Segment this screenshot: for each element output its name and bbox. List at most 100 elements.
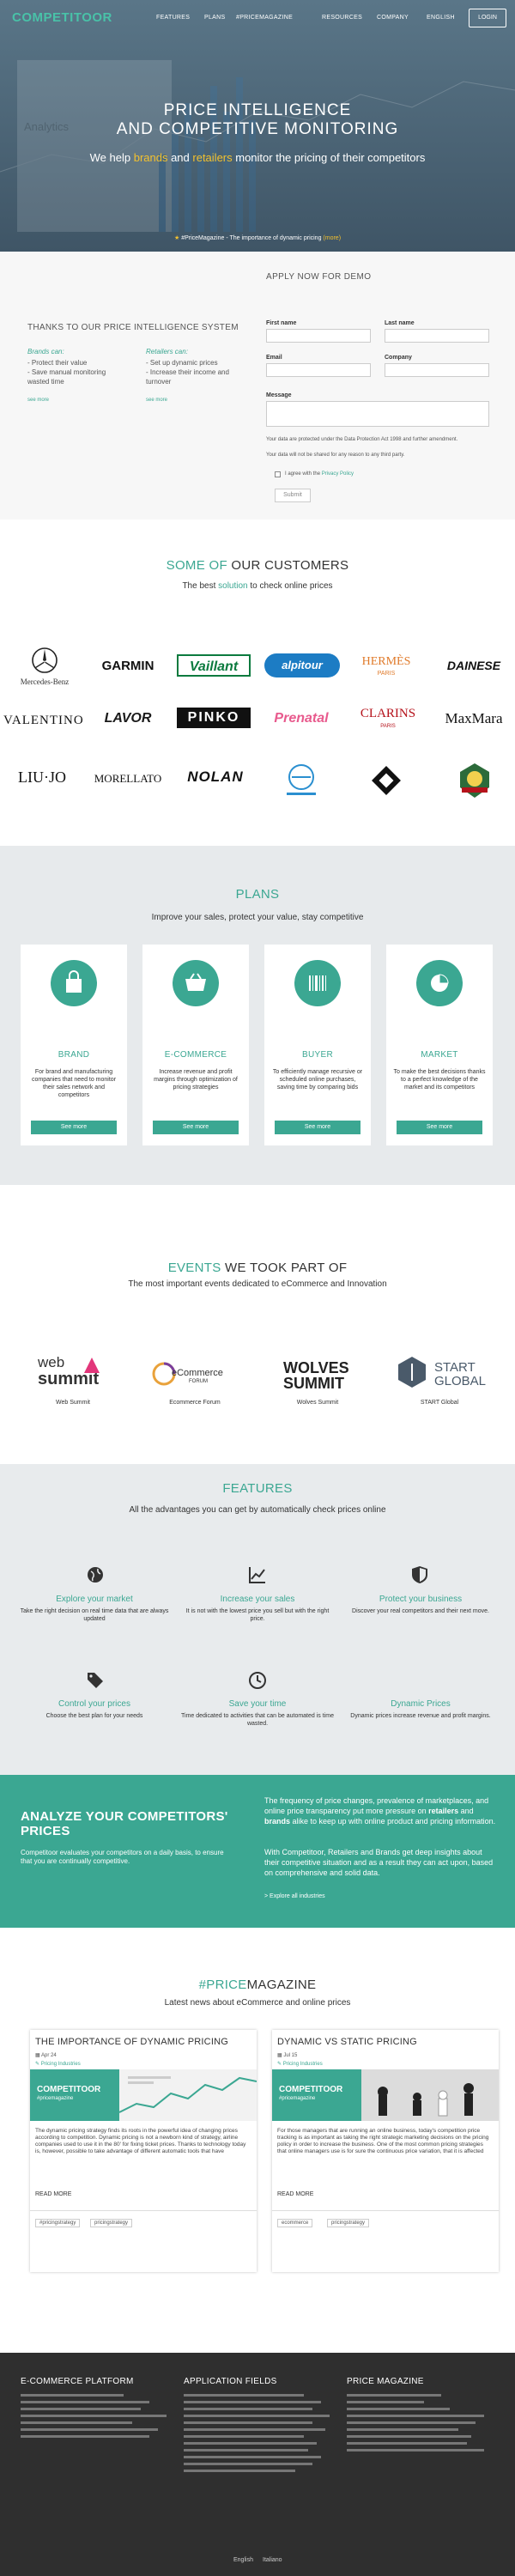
data-sharing-note: Your data will not be shared for any rea… (266, 453, 405, 458)
maxmara-logo: MaxMara (445, 710, 503, 726)
wolves-summit-logo: WOLVES SUMMIT (283, 1359, 349, 1392)
basket-icon (185, 973, 206, 991)
nav-language[interactable]: ENGLISH (427, 15, 455, 21)
hero-retailers-word: retailers (192, 151, 233, 164)
garmin-logo: GARMIN (101, 659, 154, 673)
article-excerpt: For those managers that are running an o… (277, 2128, 489, 2154)
article-title[interactable]: THE IMPORTANCE OF DYNAMIC PRICING (35, 2037, 228, 2047)
event-label-websummit: Web Summit (56, 1400, 90, 1406)
company-label: Company (385, 355, 412, 361)
first-name-field[interactable] (266, 329, 371, 343)
plan-see-more-button[interactable]: See more (275, 1121, 360, 1134)
footer: E-COMMERCE PLATFORM APPLICATION FIELDS P… (0, 2353, 515, 2576)
article-excerpt: The dynamic pricing strategy finds its r… (35, 2128, 246, 2154)
article-category[interactable]: ✎ Pricing Industries (277, 2061, 323, 2067)
feature-description: Dynamic prices increase revenue and prof… (350, 1713, 491, 1719)
plans-title: PLANS (235, 887, 280, 902)
plan-see-more-button[interactable]: See more (31, 1121, 117, 1134)
company-field[interactable] (385, 363, 489, 377)
article-title[interactable]: DYNAMIC VS STATIC PRICING (277, 2037, 417, 2047)
nav-pricemagazine[interactable]: #PRICEMAGAZINE (236, 15, 293, 21)
nav-company[interactable]: COMPANY (377, 15, 409, 21)
footer-language-italian[interactable]: Italiano (263, 2557, 282, 2563)
features-subtitle: All the advantages you can get by automa… (129, 1505, 386, 1515)
footer-heading-ecommerce: E-COMMERCE PLATFORM (21, 2377, 134, 2386)
pencil-icon: ✎ (35, 2062, 41, 2067)
article-category[interactable]: ✎ Pricing Industries (35, 2061, 81, 2067)
alpitour-logo: alpitour (264, 653, 340, 677)
article-tag[interactable]: #pricingstrategy (35, 2219, 81, 2227)
first-name-label: First name (266, 320, 297, 326)
shield-icon (412, 1566, 427, 1583)
features-section: FEATURES All the advantages you can get … (0, 1464, 515, 1775)
analyze-title: ANALYZE YOUR COMPETITORS' PRICES (21, 1809, 228, 1838)
footer-links-column-3[interactable] (347, 2392, 501, 2461)
privacy-checkbox[interactable] (275, 471, 281, 477)
read-more-button[interactable]: READ MORE (277, 2191, 313, 2197)
plan-card-buyer: BUYER To efficiently manage recursive or… (264, 945, 371, 1145)
pricemagazine-banner[interactable]: ★ #PriceMagazine - The importance of dyn… (0, 234, 515, 241)
logo[interactable]: COMPETITOOR (12, 10, 112, 25)
article-tag[interactable]: ecommerce (277, 2219, 313, 2227)
submit-button[interactable]: Submit (275, 489, 311, 502)
start-global-logo: START GLOBAL (397, 1355, 491, 1393)
nav-features[interactable]: FEATURES (156, 15, 190, 21)
feature-description: Take the right decision on real time dat… (20, 1608, 169, 1622)
login-button[interactable]: LOGIN (469, 9, 506, 27)
plan-description: Increase revenue and profit margins thro… (154, 1069, 238, 1091)
thanks-heading: THANKS TO OUR PRICE INTELLIGENCE SYSTEM (27, 323, 239, 332)
customers-title: SOME OF OUR CUSTOMERS (166, 558, 349, 573)
feature-title: Increase your sales (220, 1595, 295, 1604)
feature-title: Control your prices (58, 1699, 130, 1709)
privacy-policy-link[interactable]: Privacy Policy (322, 471, 354, 477)
privacy-label: I agree with the Privacy Policy (285, 471, 354, 477)
retailers-see-more-link[interactable]: see more (146, 398, 167, 403)
nav-resources[interactable]: RESOURCES (322, 15, 362, 21)
explore-industries-link[interactable]: > Explore all industries (264, 1893, 325, 1899)
plan-see-more-button[interactable]: See more (153, 1121, 239, 1134)
email-label: Email (266, 355, 282, 361)
events-subtitle: The most important events dedicated to e… (128, 1279, 387, 1289)
plan-card-brand: BRAND For brand and manufacturing compan… (21, 945, 127, 1145)
event-label-start-global: START Global (420, 1400, 459, 1406)
plans-section: PLANS Improve your sales, protect your v… (0, 846, 515, 1185)
feature-description: Discover your real competitors and their… (352, 1608, 489, 1614)
brands-see-more-link[interactable]: see more (27, 398, 49, 403)
article-image[interactable]: COMPETITOOR #pricemagazine (30, 2069, 257, 2121)
article-image[interactable]: COMPETITOOR #pricemagazine (272, 2069, 499, 2121)
read-more-button[interactable]: READ MORE (35, 2191, 71, 2197)
ecommerce-forum-logo: eCommerce FORUM (148, 1352, 242, 1395)
websummit-triangle-icon (84, 1358, 100, 1373)
plan-description: For brand and manufacturing companies th… (31, 1069, 117, 1098)
footer-language-english[interactable]: English (233, 2557, 253, 2563)
shopping-bag-icon (66, 970, 82, 993)
clock-icon (249, 1672, 266, 1689)
article-tag[interactable]: pricingstrategy (90, 2219, 133, 2227)
pm-banner-more-link[interactable]: (more) (323, 235, 341, 241)
plan-icon-circle (416, 960, 463, 1006)
last-name-label: Last name (385, 320, 415, 326)
morellato-logo: MORELLATO (94, 772, 162, 785)
nav-plans[interactable]: PLANS (204, 15, 225, 21)
events-title: EVENTS WE TOOK PART OF (167, 1261, 348, 1275)
pie-chart-icon (431, 974, 449, 992)
blue-circle-brand-logo (287, 764, 316, 795)
demo-form-title: APPLY NOW FOR DEMO (266, 272, 372, 282)
start-global-hex-icon (398, 1357, 426, 1388)
analyze-paragraph-2: With Competitoor, Retailers and Brands g… (264, 1848, 494, 1877)
data-protection-note: Your data are protected under the Data P… (266, 437, 458, 442)
email-field[interactable] (266, 363, 371, 377)
last-name-field[interactable] (385, 329, 489, 343)
hero-brands-word: brands (133, 151, 168, 164)
footer-links-column-2[interactable] (184, 2392, 338, 2478)
plan-card-ecommerce: E-COMMERCE Increase revenue and profit m… (142, 945, 249, 1145)
article-tag[interactable]: pricingstrategy (327, 2219, 370, 2227)
liujo-logo: LIU·JO (18, 769, 66, 786)
message-field[interactable] (266, 401, 489, 427)
plan-description: To make the best decisions thanks to a p… (393, 1069, 486, 1091)
plan-see-more-button[interactable]: See more (397, 1121, 482, 1134)
footer-heading-application-fields: APPLICATION FIELDS (184, 2377, 277, 2386)
plan-icon-circle (173, 960, 219, 1006)
footer-links-column-1[interactable] (21, 2392, 175, 2461)
mercedes-logo: Mercedes-Benz (12, 647, 77, 690)
